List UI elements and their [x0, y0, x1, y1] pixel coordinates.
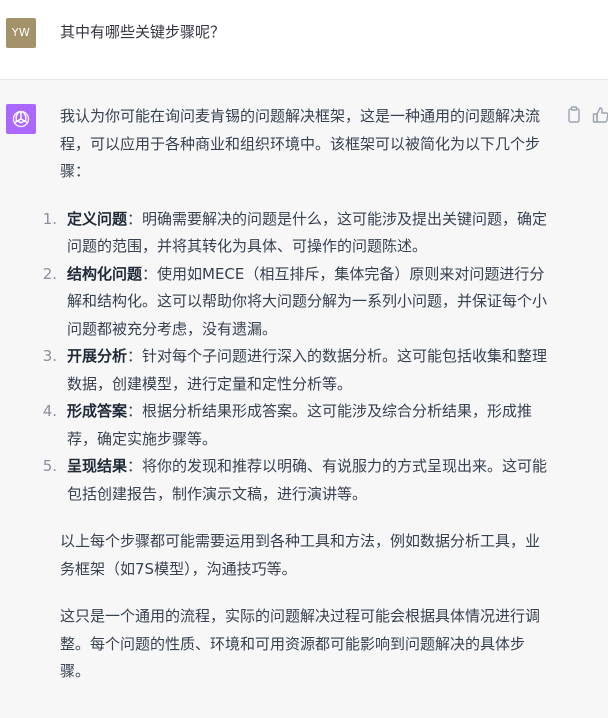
list-item: 3. 开展分析：针对每个子问题进行深入的数据分析。这可能包括收集和整理数据，创建模…: [43, 343, 550, 398]
step-title: 呈现结果: [67, 457, 128, 475]
user-avatar: YW: [6, 18, 36, 48]
list-item: 5. 呈现结果：将你的发现和推荐以明确、有说服力的方式呈现出来。这可能包括创建报告…: [43, 453, 550, 508]
step-text: ：针对每个子问题进行深入的数据分析。这可能包括收集和整理数据，创建模型，进行定量…: [67, 347, 548, 393]
assistant-message-content: 我认为你可能在询问麦肯锡的问题解决框架，这是一种通用的问题解决流程，可以应用于各…: [43, 103, 550, 706]
step-title: 形成答案: [67, 402, 128, 420]
step-text: ：将你的发现和推荐以明确、有说服力的方式呈现出来。这可能包括创建报告，制作演示文…: [67, 457, 548, 503]
step-title: 定义问题: [67, 209, 128, 228]
user-message-text: 其中有哪些关键步骤呢？: [60, 23, 226, 41]
paragraph-tools: 以上每个步骤都可能需要运用到各种工具和方法，例如数据分析工具，业务框架（如7S模…: [60, 532, 541, 578]
list-number: 5.: [42, 457, 57, 475]
list-number: 2.: [42, 264, 57, 283]
assistant-message-row: 我认为你可能在询问麦肯锡的问题解决框架，这是一种通用的问题解决流程，可以应用于各…: [0, 80, 608, 718]
list-item: 1. 定义问题：明确需要解决的问题是什么，这可能涉及提出关键问题，确定问题的范围，…: [43, 206, 550, 261]
list-number: 3.: [42, 347, 57, 365]
intro-paragraph: 我认为你可能在询问麦肯锡的问题解决框架，这是一种通用的问题解决流程，可以应用于各…: [60, 107, 541, 180]
step-text: ：明确需要解决的问题是什么，这可能涉及提出关键问题，确定问题的范围，并将其转化为…: [67, 209, 548, 256]
list-item: 2. 结构化问题：使用如MECE（相互排斥，集体完备）原则来对问题进行分解和结构化…: [43, 261, 550, 344]
openai-logo-icon: [6, 104, 36, 134]
step-text: ：根据分析结果形成答案。这可能涉及综合分析结果，形成推荐，确定实施步骤等。: [67, 402, 533, 448]
user-message-row: YW 其中有哪些关键步骤呢？: [0, 0, 608, 80]
message-actions: [566, 106, 608, 126]
steps-list: 1. 定义问题：明确需要解决的问题是什么，这可能涉及提出关键问题，确定问题的范围，…: [43, 206, 550, 509]
paragraph-conclusion: 这只是一个通用的流程，实际的问题解决过程可能会根据具体情况进行调整。每个问题的性…: [60, 607, 541, 680]
list-number: 4.: [42, 402, 57, 420]
list-item: 4. 形成答案：根据分析结果形成答案。这可能涉及综合分析结果，形成推荐，确定实施步…: [43, 398, 550, 453]
thumbs-up-icon[interactable]: [592, 106, 608, 124]
copy-icon[interactable]: [566, 106, 584, 124]
step-title: 开展分析: [67, 347, 128, 365]
step-title: 结构化问题: [67, 264, 143, 283]
list-number: 1.: [42, 209, 57, 228]
